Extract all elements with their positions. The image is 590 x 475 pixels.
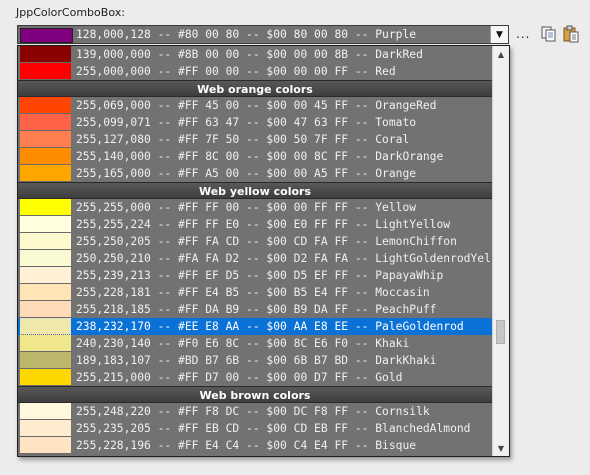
color-text: 255,140,000 -- #FF 8C 00 -- $00 00 8C FF… (76, 150, 444, 163)
color-swatch (20, 131, 71, 148)
color-swatch (20, 301, 71, 318)
color-text: 255,099,071 -- #FF 63 47 -- $00 47 63 FF… (76, 116, 417, 129)
list-item[interactable]: 255,099,071 -- #FF 63 47 -- $00 47 63 FF… (18, 114, 492, 131)
color-swatch (20, 114, 71, 131)
chevron-up-icon: ▲ (497, 49, 505, 59)
color-swatch (20, 233, 71, 250)
color-swatch (20, 369, 71, 386)
scroll-down-button[interactable]: ▼ (493, 440, 509, 456)
list-item[interactable]: 255,255,000 -- #FF FF 00 -- $00 00 FF FF… (18, 199, 492, 216)
list-item[interactable]: 255,235,205 -- #FF EB CD -- $00 CD EB FF… (18, 420, 492, 437)
color-text: 238,232,170 -- #EE E8 AA -- $00 AA E8 EE… (76, 320, 464, 333)
list-item[interactable]: 255,228,196 -- #FF E4 C4 -- $00 C4 E4 FF… (18, 437, 492, 454)
list-item[interactable]: 250,250,210 -- #FA FA D2 -- $00 D2 FA FA… (18, 250, 509, 267)
list-item[interactable]: 255,165,000 -- #FF A5 00 -- $00 00 A5 FF… (18, 165, 492, 182)
color-text: 255,235,205 -- #FF EB CD -- $00 CD EB FF… (76, 422, 471, 435)
copy-icon[interactable] (540, 25, 558, 43)
list-item[interactable]: 139,000,000 -- #8B 00 00 -- $00 00 00 8B… (18, 46, 492, 63)
list-item[interactable]: 255,250,205 -- #FF FA CD -- $00 CD FA FF… (18, 233, 492, 250)
color-text: 189,183,107 -- #BD B7 6B -- $00 6B B7 BD… (76, 354, 437, 367)
color-swatch (20, 199, 71, 216)
color-swatch (20, 97, 71, 114)
color-text: 255,165,000 -- #FF A5 00 -- $00 00 A5 FF… (76, 167, 417, 180)
chevron-down-icon: ▼ (496, 29, 503, 40)
paste-icon[interactable] (562, 25, 580, 43)
list-item[interactable]: 240,230,140 -- #F0 E6 8C -- $00 8C E6 F0… (18, 335, 492, 352)
color-text: 255,069,000 -- #FF 45 00 -- $00 00 45 FF… (76, 99, 437, 112)
list-item[interactable]: 255,239,213 -- #FF EF D5 -- $00 D5 EF FF… (18, 267, 492, 284)
more-button[interactable]: ... (516, 27, 530, 41)
color-text: 255,000,000 -- #FF 00 00 -- $00 00 00 FF… (76, 65, 396, 78)
color-text: 255,127,080 -- #FF 7F 50 -- $00 50 7F FF… (76, 133, 410, 146)
vertical-scrollbar[interactable]: ▲ ▼ (492, 46, 509, 456)
color-swatch (20, 165, 71, 182)
color-combobox[interactable]: 128,000,128 -- #80 00 80 -- $00 80 00 80… (17, 25, 509, 44)
color-swatch (20, 335, 71, 352)
color-text: 255,239,213 -- #FF EF D5 -- $00 D5 EF FF… (76, 269, 444, 282)
list-item[interactable]: 189,183,107 -- #BD B7 6B -- $00 6B B7 BD… (18, 352, 492, 369)
color-swatch (20, 250, 71, 267)
color-swatch (20, 63, 71, 80)
combo-label: JppColorComboBox: (16, 6, 125, 19)
chevron-down-icon: ▼ (497, 443, 505, 453)
color-text: 255,250,205 -- #FF FA CD -- $00 CD FA FF… (76, 235, 457, 248)
scrollbar-thumb[interactable] (496, 320, 505, 344)
color-swatch (20, 437, 71, 454)
color-swatch (20, 46, 71, 63)
dropdown-arrow-button[interactable]: ▼ (490, 26, 508, 43)
list-item[interactable]: 255,255,224 -- #FF FF E0 -- $00 E0 FF FF… (18, 216, 492, 233)
color-text: 255,228,196 -- #FF E4 C4 -- $00 C4 E4 FF… (76, 439, 417, 452)
color-swatch (20, 284, 71, 301)
color-dropdown-list: 139,000,000 -- #8B 00 00 -- $00 00 00 8B… (17, 45, 510, 457)
list-item[interactable]: 255,218,185 -- #FF DA B9 -- $00 B9 DA FF… (18, 301, 492, 318)
list-item[interactable]: 255,127,080 -- #FF 7F 50 -- $00 50 7F FF… (18, 131, 492, 148)
color-swatch (20, 403, 71, 420)
group-header: Web brown colors (18, 386, 492, 403)
group-header: Web orange colors (18, 80, 492, 97)
list-item[interactable]: 255,215,000 -- #FF D7 00 -- $00 00 D7 FF… (18, 369, 492, 386)
color-text: 255,248,220 -- #FF F8 DC -- $00 DC F8 FF… (76, 405, 430, 418)
color-list: 139,000,000 -- #8B 00 00 -- $00 00 00 8B… (18, 46, 509, 454)
group-header: Web yellow colors (18, 182, 492, 199)
color-swatch (20, 352, 71, 369)
color-text: 255,255,224 -- #FF FF E0 -- $00 E0 FF FF… (76, 218, 451, 231)
list-item-selected[interactable]: 238,232,170 -- #EE E8 AA -- $00 AA E8 EE… (18, 318, 492, 335)
list-item[interactable]: 255,000,000 -- #FF 00 00 -- $00 00 00 FF… (18, 63, 492, 80)
color-swatch (20, 267, 71, 284)
color-swatch (20, 420, 71, 437)
list-item[interactable]: 255,069,000 -- #FF 45 00 -- $00 00 45 FF… (18, 97, 492, 114)
color-text: 240,230,140 -- #F0 E6 8C -- $00 8C E6 F0… (76, 337, 410, 350)
color-text: 250,250,210 -- #FA FA D2 -- $00 D2 FA FA… (76, 252, 510, 265)
color-text: 139,000,000 -- #8B 00 00 -- $00 00 00 8B… (76, 48, 423, 61)
color-swatch (20, 148, 71, 165)
selected-color-swatch (20, 28, 73, 43)
color-text: 255,215,000 -- #FF D7 00 -- $00 00 D7 FF… (76, 371, 403, 384)
list-item[interactable]: 255,140,000 -- #FF 8C 00 -- $00 00 8C FF… (18, 148, 492, 165)
list-item[interactable]: 255,248,220 -- #FF F8 DC -- $00 DC F8 FF… (18, 403, 492, 420)
color-swatch (20, 318, 71, 335)
list-item[interactable]: 255,228,181 -- #FF E4 B5 -- $00 B5 E4 FF… (18, 284, 492, 301)
color-swatch (20, 216, 71, 233)
scroll-up-button[interactable]: ▲ (493, 46, 509, 62)
color-text: 255,218,185 -- #FF DA B9 -- $00 B9 DA FF… (76, 303, 437, 316)
selected-color-text: 128,000,128 -- #80 00 80 -- $00 80 00 80… (76, 28, 417, 41)
color-text: 255,228,181 -- #FF E4 B5 -- $00 B5 E4 FF… (76, 286, 430, 299)
color-text: 255,255,000 -- #FF FF 00 -- $00 00 FF FF… (76, 201, 417, 214)
